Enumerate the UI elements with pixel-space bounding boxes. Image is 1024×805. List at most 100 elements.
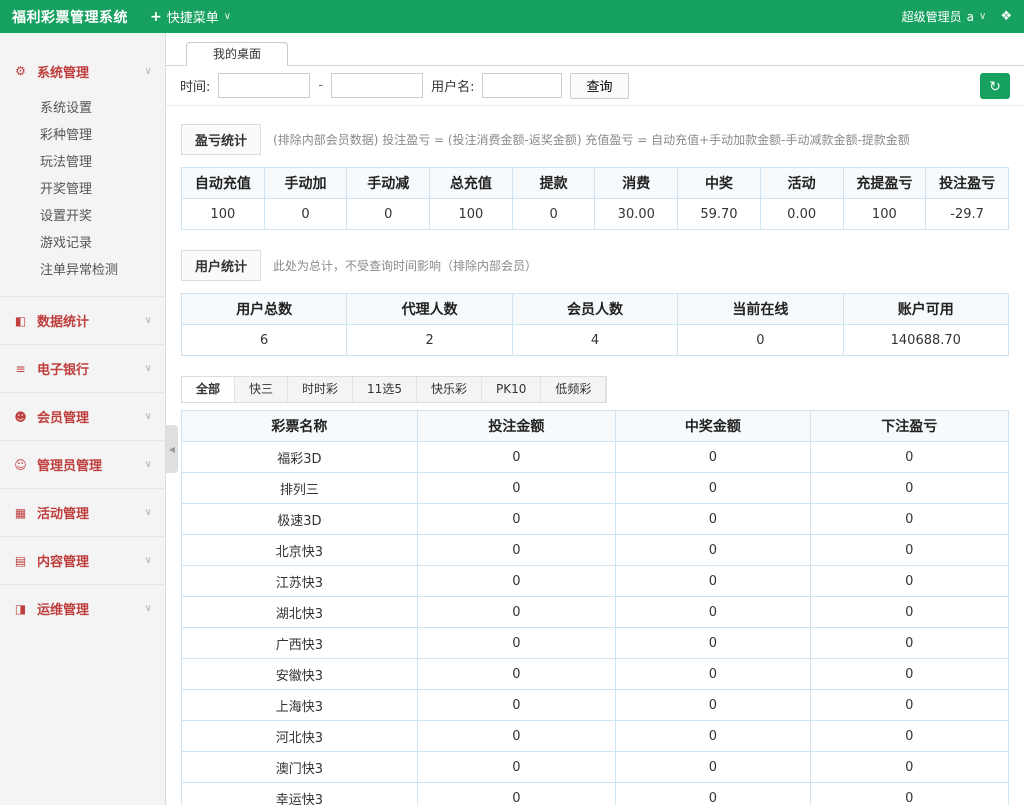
chevron-down-icon: ∨ <box>145 363 152 374</box>
column-header: 投注盈亏 <box>926 168 1009 199</box>
sidebar-section-4[interactable]: ☺管理员管理∨ <box>0 440 165 488</box>
table-cell: 30.00 <box>595 199 678 230</box>
ops-icon: ◨ <box>13 602 28 616</box>
table-cell: 幸运快3 <box>182 783 418 805</box>
column-header: 充提盈亏 <box>843 168 926 199</box>
table-cell: 0 <box>417 566 615 597</box>
sidebar-item[interactable]: 系统设置 <box>0 95 165 122</box>
lottery-tab-PK10[interactable]: PK10 <box>482 377 541 402</box>
users-section-title: 用户统计 <box>181 250 261 281</box>
table-cell: 0 <box>616 504 810 535</box>
username-input[interactable] <box>482 73 562 98</box>
sidebar-section-6[interactable]: ▤内容管理∨ <box>0 536 165 584</box>
sidebar-section-7[interactable]: ◨运维管理∨ <box>0 584 165 632</box>
time-end-input[interactable] <box>331 73 423 98</box>
quick-menu-button[interactable]: + 快捷菜单 ∨ <box>150 7 231 26</box>
sidebar-section-label: 数据统计 <box>37 311 89 330</box>
table-cell: 安徽快3 <box>182 659 418 690</box>
sidebar-section-label: 活动管理 <box>37 503 89 522</box>
sidebar-section-0[interactable]: ⚙系统管理∨ <box>0 47 165 95</box>
profit-table: 自动充值手动加手动减总充值提款消费中奖活动充提盈亏投注盈亏 1000010003… <box>181 167 1009 230</box>
content: 盈亏统计 (排除内部会员数据) 投注盈亏 = (投注消费金额-返奖金额) 充值盈… <box>166 106 1024 805</box>
query-button[interactable]: 查询 <box>570 73 628 99</box>
table-cell: 0 <box>810 690 1009 721</box>
lottery-tab-时时彩[interactable]: 时时彩 <box>288 377 353 402</box>
sidebar-item[interactable]: 玩法管理 <box>0 149 165 176</box>
table-cell: 100 <box>430 199 513 230</box>
table-row: 幸运快3000 <box>182 783 1009 805</box>
filter-bar: 时间: - 用户名: 查询 ↻ <box>166 66 1024 106</box>
column-header: 活动 <box>760 168 843 199</box>
table-cell: 0 <box>616 752 810 783</box>
sidebar-section-2[interactable]: ≡电子银行∨ <box>0 344 165 392</box>
gift-icon[interactable]: ❖ <box>1000 9 1012 24</box>
sidebar-menu: ⚙系统管理∨系统设置彩种管理玩法管理开奖管理设置开奖游戏记录注单异常检测◧数据统… <box>0 33 166 805</box>
sidebar-item[interactable]: 注单异常检测 <box>0 257 165 284</box>
table-cell: 0 <box>810 504 1009 535</box>
lottery-tab-11选5[interactable]: 11选5 <box>353 377 417 402</box>
table-cell: 0 <box>417 783 615 805</box>
sidebar-item[interactable]: 游戏记录 <box>0 230 165 257</box>
refresh-button[interactable]: ↻ <box>980 73 1010 99</box>
users-section-header: 用户统计 此处为总计，不受查询时间影响（排除内部会员） <box>181 250 1009 281</box>
table-row: 安徽快3000 <box>182 659 1009 690</box>
sidebar-section-label: 电子银行 <box>37 359 89 378</box>
sidebar-section-1[interactable]: ◧数据统计∨ <box>0 296 165 344</box>
table-cell: -29.7 <box>926 199 1009 230</box>
table-cell: 4 <box>512 325 677 356</box>
lottery-tab-快三[interactable]: 快三 <box>235 377 288 402</box>
admin-name-label: a <box>967 10 974 24</box>
table-cell: 0 <box>417 659 615 690</box>
sidebar-section-3[interactable]: ☻会员管理∨ <box>0 392 165 440</box>
sidebar-collapse-handle[interactable]: ◀ <box>166 425 178 473</box>
table-cell: 0 <box>810 783 1009 805</box>
table-cell: 0 <box>616 783 810 805</box>
table-cell: 福彩3D <box>182 442 418 473</box>
chevron-down-icon: ∨ <box>224 11 231 22</box>
username-label: 用户名: <box>431 76 474 95</box>
table-row: 北京快3000 <box>182 535 1009 566</box>
column-header: 消费 <box>595 168 678 199</box>
sidebar-submenu: 系统设置彩种管理玩法管理开奖管理设置开奖游戏记录注单异常检测 <box>0 95 165 296</box>
topbar: 福利彩票管理系统 + 快捷菜单 ∨ 超级管理员 a ∨ ❖ <box>0 0 1024 33</box>
sidebar-item[interactable]: 开奖管理 <box>0 176 165 203</box>
sidebar-item[interactable]: 设置开奖 <box>0 203 165 230</box>
table-cell: 100 <box>843 199 926 230</box>
table-cell: 0 <box>810 597 1009 628</box>
table-row: 湖北快3000 <box>182 597 1009 628</box>
table-cell: 0 <box>616 721 810 752</box>
refresh-icon: ↻ <box>989 78 1001 94</box>
sidebar-section-label: 管理员管理 <box>37 455 102 474</box>
header-row: 自动充值手动加手动减总充值提款消费中奖活动充提盈亏投注盈亏 <box>182 168 1009 199</box>
table-cell: 140688.70 <box>843 325 1008 356</box>
lottery-tab-低频彩[interactable]: 低频彩 <box>541 377 606 402</box>
table-cell: 0 <box>512 199 595 230</box>
table-cell: 0 <box>810 628 1009 659</box>
table-cell: 0 <box>417 752 615 783</box>
activity-icon: ▦ <box>13 506 28 520</box>
tab-my-desktop[interactable]: 我的桌面 <box>186 42 288 66</box>
table-cell: 0 <box>810 659 1009 690</box>
column-header: 下注盈亏 <box>810 411 1009 442</box>
quick-menu-label: 快捷菜单 <box>167 7 219 26</box>
range-separator: - <box>318 78 323 93</box>
profit-table-head: 自动充值手动加手动减总充值提款消费中奖活动充提盈亏投注盈亏 <box>182 168 1009 199</box>
sidebar-section-label: 内容管理 <box>37 551 89 570</box>
table-cell: 0 <box>417 721 615 752</box>
admin-menu-button[interactable]: 超级管理员 a ∨ <box>902 8 987 25</box>
column-header: 总充值 <box>430 168 513 199</box>
column-header: 投注金额 <box>417 411 615 442</box>
table-cell: 0 <box>417 690 615 721</box>
time-start-input[interactable] <box>218 73 310 98</box>
profit-section-header: 盈亏统计 (排除内部会员数据) 投注盈亏 = (投注消费金额-返奖金额) 充值盈… <box>181 124 1009 155</box>
sidebar-item[interactable]: 彩种管理 <box>0 122 165 149</box>
chevron-down-icon: ∨ <box>145 411 152 422</box>
lottery-tab-全部[interactable]: 全部 <box>182 377 235 402</box>
table-cell: 0.00 <box>760 199 843 230</box>
table-row: 排列三000 <box>182 473 1009 504</box>
table-cell: 0 <box>810 566 1009 597</box>
table-cell: 广西快3 <box>182 628 418 659</box>
sidebar-section-5[interactable]: ▦活动管理∨ <box>0 488 165 536</box>
table-cell: 澳门快3 <box>182 752 418 783</box>
lottery-tab-快乐彩[interactable]: 快乐彩 <box>417 377 482 402</box>
